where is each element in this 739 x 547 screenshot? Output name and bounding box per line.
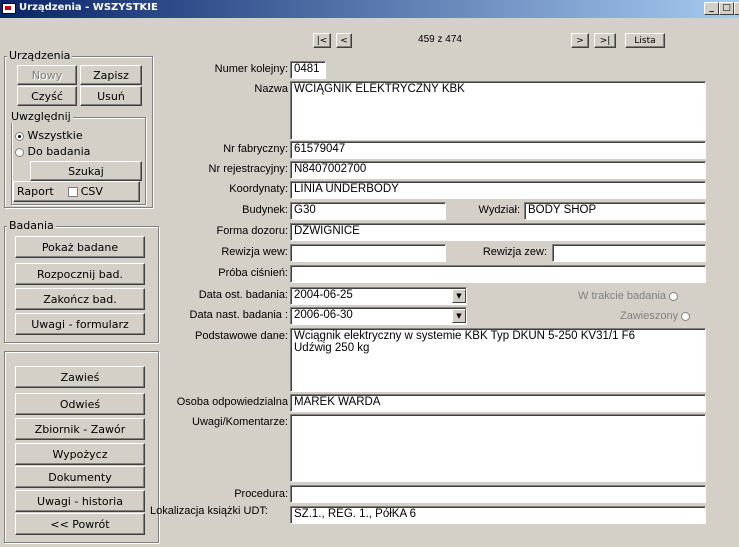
radio-icon bbox=[669, 291, 679, 301]
list-button[interactable]: Lista bbox=[625, 33, 665, 48]
csv-checkbox[interactable] bbox=[67, 186, 78, 197]
koordynaty-field[interactable]: LINIA UNDERBODY bbox=[290, 181, 706, 199]
csv-label: CSV bbox=[80, 185, 103, 198]
koordynaty-label: Koordynaty: bbox=[229, 183, 288, 195]
delete-button[interactable]: Usuń bbox=[80, 86, 142, 106]
suspended-radio[interactable]: Zawieszony bbox=[620, 310, 691, 322]
proba-cisnien-label: Próba ciśnień: bbox=[218, 267, 288, 279]
suspend-button[interactable]: Zawieś bbox=[15, 366, 145, 388]
wydzial-label: Wydział: bbox=[478, 204, 520, 216]
proba-cisnien-field[interactable] bbox=[290, 265, 706, 283]
nav-last-button[interactable]: >| bbox=[594, 33, 616, 48]
lend-button[interactable]: Wypożycz bbox=[15, 443, 145, 465]
osoba-odpowiedzialna-label: Osoba odpowiedzialna bbox=[176, 396, 288, 408]
podstawowe-dane-field[interactable]: Wciągnik elektryczny w systemie KBK Typ … bbox=[290, 328, 706, 392]
filter-all-radio[interactable]: Wszystkie bbox=[15, 129, 83, 142]
uwagi-field[interactable] bbox=[290, 414, 706, 482]
rewizja-wew-label: Rewizja wew: bbox=[221, 246, 288, 258]
nr-rejestracyjny-field[interactable]: N8407002700 bbox=[290, 161, 706, 179]
uwagi-label: Uwagi/Komentarze: bbox=[192, 416, 288, 428]
close-button[interactable]: x bbox=[734, 2, 739, 15]
nr-fabryczny-label: Nr fabryczny: bbox=[223, 143, 288, 155]
podstawowe-dane-label: Podstawowe dane: bbox=[195, 330, 288, 342]
finish-test-button[interactable]: Zakończ bad. bbox=[15, 288, 145, 310]
in-progress-radio[interactable]: W trakcie badania bbox=[578, 290, 679, 302]
nav-prev-button[interactable]: < bbox=[336, 33, 352, 48]
wydzial-field[interactable]: BODY SHOP bbox=[524, 202, 706, 220]
search-button[interactable]: Szukaj bbox=[30, 161, 142, 181]
app-icon bbox=[2, 3, 16, 14]
maximize-button[interactable]: □ bbox=[719, 2, 734, 15]
procedura-field[interactable] bbox=[290, 485, 706, 503]
nazwa-label: Nazwa bbox=[254, 83, 288, 95]
nr-fabryczny-field[interactable]: 61579047 bbox=[290, 141, 706, 159]
forma-dozoru-label: Forma dozoru: bbox=[216, 225, 288, 237]
title-bar: Urządzenia - WSZYSTKIE _ □ x bbox=[0, 0, 739, 18]
notes-form-button[interactable]: Uwagi - formularz bbox=[15, 313, 145, 335]
new-button[interactable]: Nowy bbox=[17, 65, 77, 85]
minimize-button[interactable]: _ bbox=[704, 2, 719, 15]
numer-kolejny-field[interactable]: 0481 bbox=[290, 61, 326, 79]
radio-icon bbox=[15, 131, 24, 141]
budynek-field[interactable]: G30 bbox=[290, 202, 446, 220]
save-button[interactable]: Zapisz bbox=[80, 65, 142, 85]
window-title: Urządzenia - WSZYSTKIE bbox=[19, 2, 158, 13]
show-tested-button[interactable]: Pokaż badane bbox=[15, 236, 145, 258]
filter-all-label: Wszystkie bbox=[27, 129, 83, 142]
data-nast-badania-label: Data nast. badania : bbox=[189, 309, 288, 321]
unsuspend-button[interactable]: Odwieś bbox=[15, 393, 145, 415]
data-ost-badania-combo[interactable]: 2004-06-25 bbox=[290, 287, 467, 305]
devices-group-legend: Urządzenia bbox=[7, 49, 73, 62]
report-button[interactable]: Raport CSV bbox=[13, 181, 140, 202]
radio-icon bbox=[681, 311, 691, 321]
data-nast-badania-combo[interactable]: 2006-06-30 bbox=[290, 307, 467, 325]
rewizja-zew-field[interactable] bbox=[552, 244, 706, 262]
lokalizacja-field[interactable]: SZ.1., REG. 1., PółKA 6 bbox=[290, 506, 706, 524]
tank-valve-button[interactable]: Zbiornik - Zawór bbox=[15, 418, 145, 440]
in-progress-label: W trakcie badania bbox=[578, 290, 667, 302]
chevron-down-icon[interactable]: ▼ bbox=[452, 309, 466, 323]
suspended-label: Zawieszony bbox=[620, 310, 679, 322]
forma-dozoru-field[interactable]: DŹWIGNICE bbox=[290, 223, 706, 241]
nav-first-button[interactable]: |< bbox=[313, 33, 331, 48]
rewizja-wew-field[interactable] bbox=[290, 244, 446, 262]
osoba-odpowiedzialna-field[interactable]: MAREK WARDA bbox=[290, 394, 706, 412]
start-test-button[interactable]: Rozpocznij bad. bbox=[15, 263, 145, 285]
filter-to-test-label: Do badania bbox=[27, 145, 91, 158]
procedura-label: Procedura: bbox=[234, 488, 288, 500]
chevron-down-icon[interactable]: ▼ bbox=[452, 289, 466, 303]
nav-next-button[interactable]: > bbox=[571, 33, 589, 48]
record-counter: 459 z 474 bbox=[418, 34, 462, 45]
report-label: Raport bbox=[17, 185, 54, 198]
tests-group-legend: Badania bbox=[7, 219, 56, 232]
rewizja-zew-label: Rewizja zew: bbox=[482, 246, 547, 258]
clear-button[interactable]: Czyść bbox=[17, 86, 77, 106]
nazwa-field[interactable]: WCIĄGNIK ELEKTRYCZNY KBK bbox=[290, 81, 706, 140]
nr-rejestracyjny-label: Nr rejestracyjny: bbox=[208, 163, 288, 175]
filter-group-legend: Uwzględnij bbox=[9, 110, 73, 123]
lokalizacja-label: Lokalizacja książki UDT: bbox=[150, 505, 268, 517]
budynek-label: Budynek: bbox=[242, 204, 288, 216]
documents-button[interactable]: Dokumenty bbox=[15, 466, 145, 488]
filter-to-test-radio[interactable]: Do badania bbox=[15, 145, 90, 158]
radio-icon bbox=[15, 147, 24, 157]
back-button[interactable]: << Powrót bbox=[15, 513, 145, 535]
data-ost-badania-label: Data ost. badania: bbox=[198, 289, 288, 301]
numer-kolejny-label: Numer kolejny: bbox=[214, 63, 288, 75]
notes-history-button[interactable]: Uwagi - historia bbox=[15, 490, 145, 512]
